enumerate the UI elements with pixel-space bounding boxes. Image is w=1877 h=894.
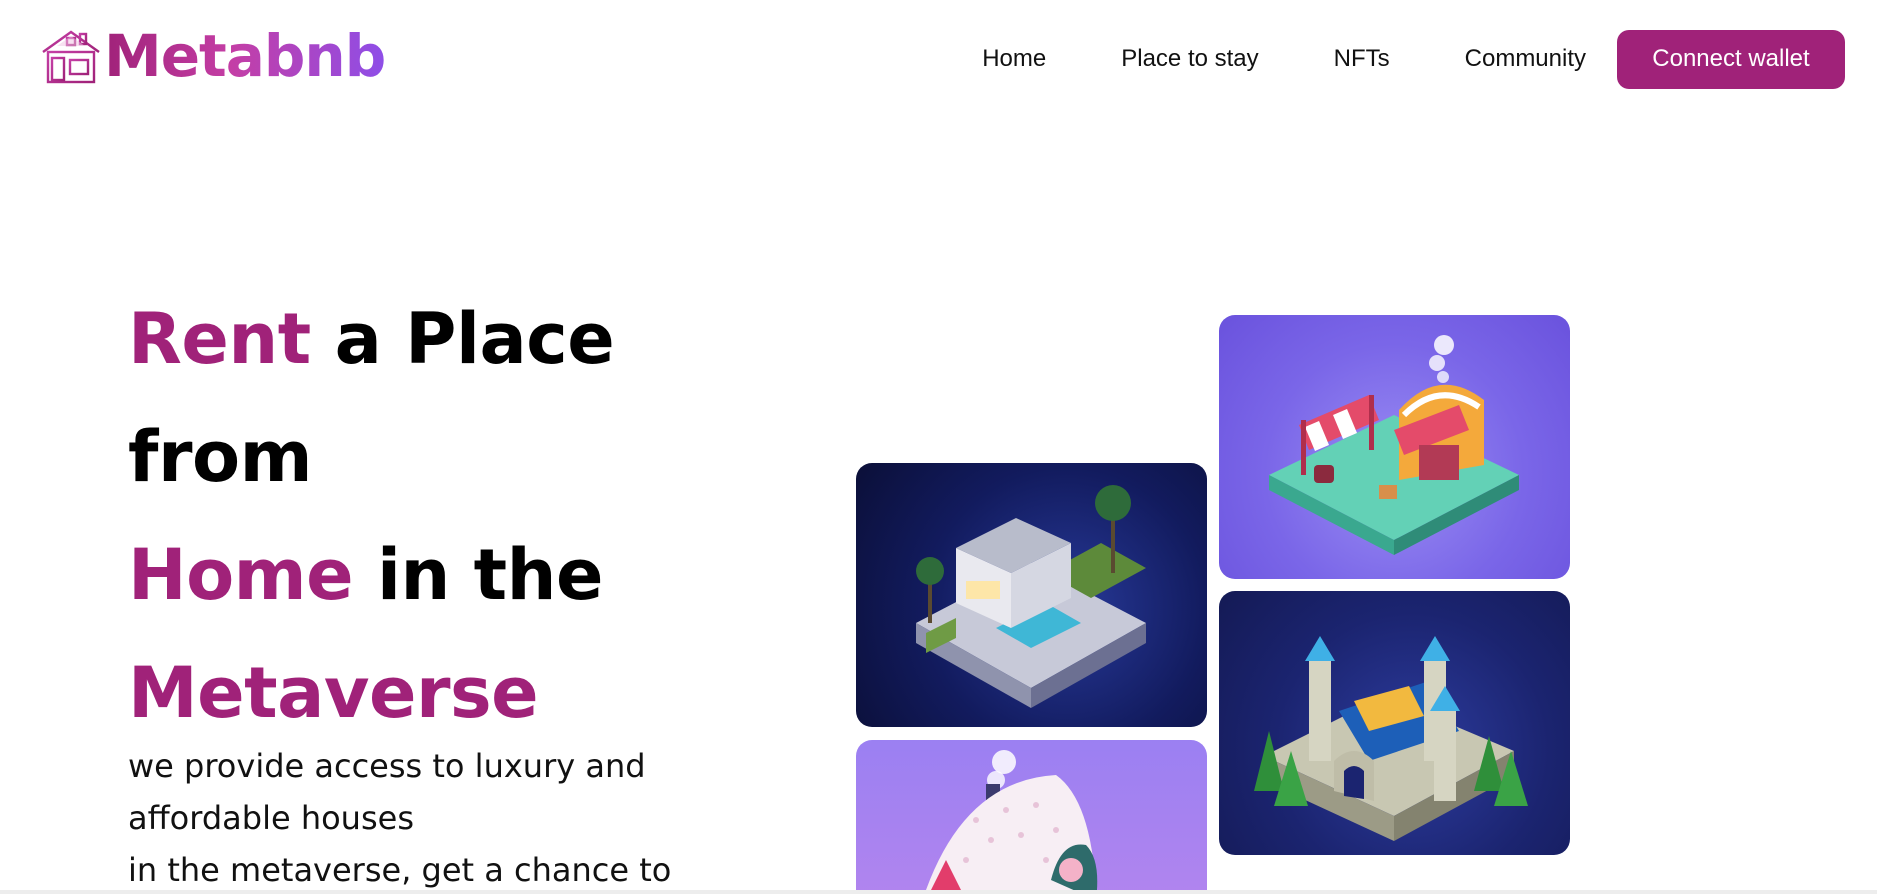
hero-subtitle-line: we provide access to luxury and [128,747,646,785]
cottage-illustration [926,750,1136,894]
brand-name: Metabnb [104,22,386,90]
main-nav: Home Place to stay NFTs Community Connec… [982,29,1845,89]
hero-title-a-place: a Place [334,298,615,380]
cottage-image [856,740,1207,894]
hero-title-rent: Rent [128,298,311,380]
market-illustration [1269,335,1519,555]
nav-place-to-stay[interactable]: Place to stay [1121,45,1258,73]
hero-title-in-the: in the [376,534,603,616]
nav-community[interactable]: Community [1465,45,1586,73]
market-image [1219,315,1570,579]
castle-illustration [1254,636,1528,841]
site-header: Metabnb Home Place to stay NFTs Communit… [0,0,1877,118]
hero-subtitle-line: affordable houses [128,799,414,837]
villa-illustration [916,485,1146,708]
hero-title: Rent a Place from Home in the Metaverse [128,280,748,752]
connect-wallet-button[interactable]: Connect wallet [1617,29,1845,89]
hero-title-line-1: Rent a Place [128,280,748,398]
hero-subtitle-line: in the metaverse, get a chance to [128,851,672,889]
viewport-bottom-edge [0,890,1877,894]
villa-image [856,463,1207,727]
nav-home[interactable]: Home [982,45,1046,73]
brand-logo[interactable]: Metabnb [40,22,386,90]
hero-title-home: Home [128,534,354,616]
nav-nfts[interactable]: NFTs [1334,45,1390,73]
hero-subtitle: we provide access to luxury and affordab… [128,740,728,894]
hero-title-metaverse: Metaverse [128,652,539,734]
castle-image [1219,591,1570,855]
house-icon [41,30,101,84]
hero-title-from: from [128,416,313,498]
hero-title-line-3: Home in the [128,516,748,634]
